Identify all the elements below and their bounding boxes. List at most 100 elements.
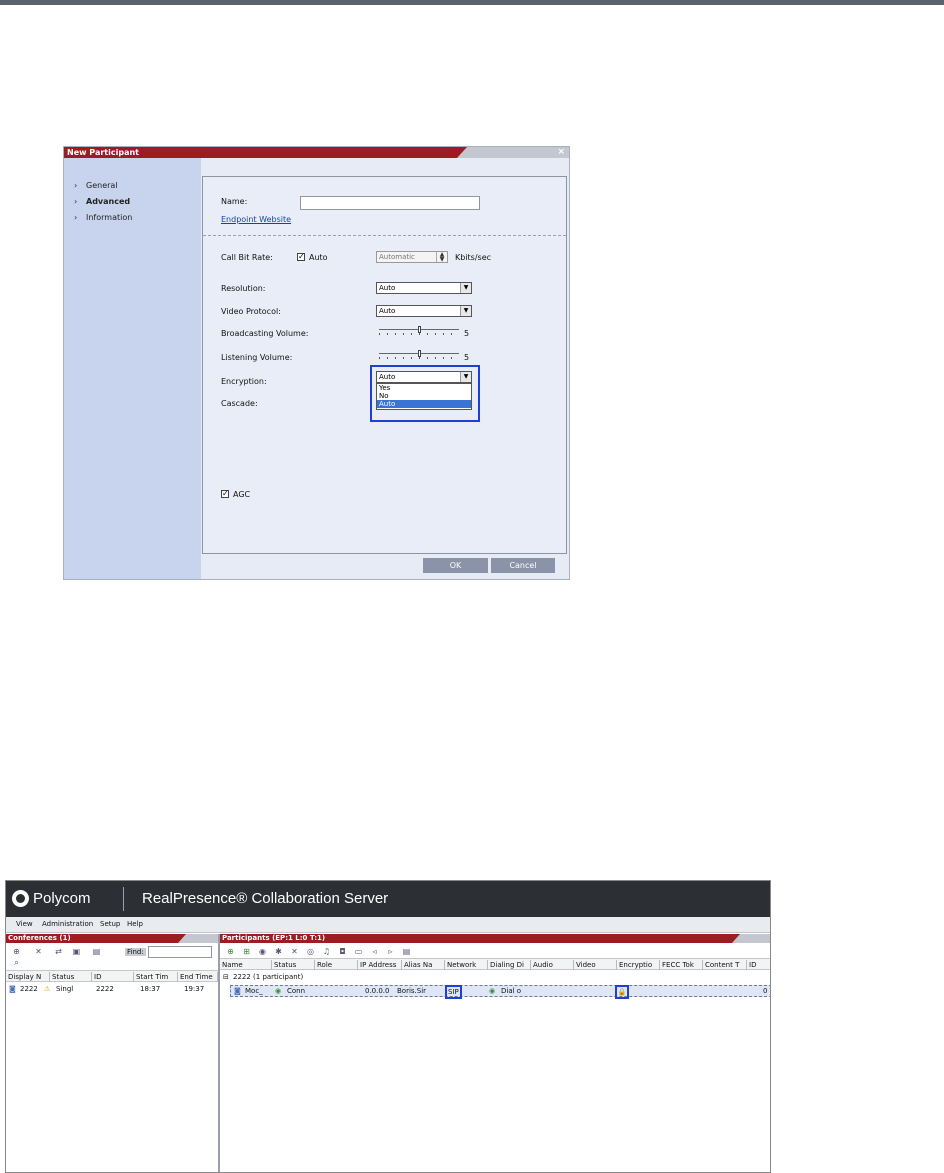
- add-from-addressbook-icon[interactable]: ⊞: [242, 947, 251, 956]
- group-row[interactable]: ⊟ 2222 (1 participant): [220, 972, 770, 983]
- dialog-title: New Participant: [67, 148, 139, 157]
- menu-view[interactable]: View: [16, 920, 33, 928]
- conference-status: Singl: [56, 985, 74, 993]
- nav-item-information[interactable]: › Information: [74, 213, 132, 222]
- new-conference-icon[interactable]: ⊕: [12, 947, 21, 956]
- conferences-title: Conferences (1): [8, 934, 71, 942]
- encryption-option-auto[interactable]: Auto: [377, 400, 471, 408]
- col-status[interactable]: Status: [272, 960, 315, 970]
- cancel-button[interactable]: Cancel: [491, 558, 555, 573]
- resolution-select[interactable]: Auto ▼: [376, 282, 472, 294]
- conference-name: 2222: [20, 985, 38, 993]
- table-row[interactable]: ◙ 2222 ⚠ Singl 2222 18:37 19:37: [6, 984, 218, 996]
- microphone-icon[interactable]: ♫: [322, 947, 331, 956]
- camera-icon[interactable]: ◘: [338, 947, 347, 956]
- conference-icon: ◙: [9, 985, 16, 993]
- menu-setup[interactable]: Setup: [100, 920, 120, 928]
- encryption-value: Auto: [379, 373, 396, 381]
- broadcasting-volume-slider[interactable]: [379, 326, 459, 336]
- table-row[interactable]: ◙ Moc_ ◉ Conn 0.0.0.0 Boris.Sir SIP ◉ Di…: [230, 985, 770, 999]
- listening-volume-slider[interactable]: [379, 350, 459, 360]
- spinner-arrows-icon[interactable]: ▲ ▼: [436, 252, 447, 263]
- mute-audio-icon[interactable]: ◎: [306, 947, 315, 956]
- connected-icon: ◉: [275, 987, 282, 995]
- col-display-name[interactable]: Display N: [6, 972, 50, 982]
- search-icon[interactable]: ⌕: [14, 958, 19, 968]
- slider-thumb[interactable]: [417, 326, 421, 333]
- conference-start: 18:37: [140, 985, 161, 993]
- move-icon[interactable]: ⇄: [54, 947, 63, 956]
- broadcasting-volume-label: Broadcasting Volume:: [221, 329, 309, 338]
- video-icon[interactable]: ▭: [354, 947, 363, 956]
- col-alias-name[interactable]: Alias Na: [402, 960, 445, 970]
- delete-conference-icon[interactable]: ✕: [34, 947, 43, 956]
- title-bar-tab: [457, 147, 569, 158]
- col-status[interactable]: Status: [50, 972, 92, 982]
- dialog-nav: › General › Advanced › Information: [64, 158, 201, 579]
- close-icon[interactable]: ×: [557, 147, 565, 157]
- video-protocol-select[interactable]: Auto ▼: [376, 305, 472, 317]
- chevron-right-icon: ›: [74, 213, 78, 222]
- dial-out-icon: ◉: [489, 987, 496, 995]
- video-protocol-value: Auto: [379, 307, 396, 315]
- col-start-time[interactable]: Start Tim: [134, 972, 178, 982]
- connect-icon[interactable]: ◉: [258, 947, 267, 956]
- participants-column-header: Name Status Role IP Address Alias Na Net…: [220, 958, 770, 970]
- encryption-option-yes[interactable]: Yes: [377, 384, 471, 392]
- col-id[interactable]: ID: [747, 960, 770, 970]
- disconnect-icon[interactable]: ✱: [274, 947, 283, 956]
- col-encryption[interactable]: Encryptio: [617, 960, 660, 970]
- bitrate-spinner[interactable]: Automatic ▲ ▼: [376, 251, 448, 263]
- col-audio[interactable]: Audio: [531, 960, 574, 970]
- add-participant-icon[interactable]: ⊕: [226, 947, 235, 956]
- col-end-time[interactable]: End Time: [178, 972, 218, 982]
- chevron-down-icon[interactable]: ▼: [460, 283, 471, 293]
- col-role[interactable]: Role: [315, 960, 358, 970]
- resolution-label: Resolution:: [221, 284, 266, 293]
- collapse-icon[interactable]: ⊟: [223, 972, 229, 982]
- properties-icon[interactable]: ▤: [402, 947, 411, 956]
- col-id[interactable]: ID: [92, 972, 134, 982]
- volume-up-icon[interactable]: ▹: [386, 947, 395, 956]
- encryption-select[interactable]: Auto ▼: [376, 371, 472, 383]
- lock-icon: 🔒: [615, 985, 629, 999]
- conferences-toolbar: ⊕ ✕ ⇄ ▣ ▤ Find:: [8, 945, 218, 958]
- chevron-down-icon[interactable]: ▼: [460, 372, 471, 382]
- encryption-option-no[interactable]: No: [377, 392, 471, 400]
- bitrate-unit: Kbits/sec: [455, 253, 492, 262]
- group-label: 2222 (1 participant): [233, 973, 304, 981]
- col-ip-address[interactable]: IP Address: [358, 960, 402, 970]
- delete-participant-icon[interactable]: ✕: [290, 947, 299, 956]
- participant-alias: Boris.Sir: [397, 987, 427, 995]
- warning-icon: ⚠: [44, 985, 51, 993]
- nav-item-general[interactable]: › General: [74, 181, 118, 190]
- chevron-down-icon[interactable]: ▼: [460, 306, 471, 316]
- endpoint-website-link[interactable]: Endpoint Website: [221, 215, 291, 224]
- col-content-token[interactable]: Content T: [703, 960, 747, 970]
- col-fecc-token[interactable]: FECC Tok: [660, 960, 703, 970]
- name-field[interactable]: [300, 196, 480, 210]
- find-input[interactable]: [148, 946, 212, 958]
- participants-pane: Participants (EP:1 L:0 T:1) ⊕ ⊞ ◉ ✱ ✕ ◎ …: [220, 934, 770, 1172]
- menu-help[interactable]: Help: [127, 920, 143, 928]
- menu-bar: View Administration Setup Help: [6, 917, 770, 933]
- participant-id: 0: [763, 987, 768, 995]
- agc-checkbox[interactable]: ✓: [221, 490, 229, 498]
- col-dialing-direction[interactable]: Dialing Di: [488, 960, 531, 970]
- auto-label: Auto: [309, 253, 328, 262]
- auto-checkbox[interactable]: ✓: [297, 253, 305, 261]
- volume-down-icon[interactable]: ◃: [370, 947, 379, 956]
- menu-administration[interactable]: Administration: [42, 920, 93, 928]
- slider-thumb[interactable]: [417, 350, 421, 357]
- col-name[interactable]: Name: [220, 960, 272, 970]
- layout-icon[interactable]: ▣: [72, 947, 81, 956]
- title-bar-tab: [178, 934, 218, 943]
- listening-volume-label: Listening Volume:: [221, 353, 293, 362]
- col-network[interactable]: Network: [445, 960, 488, 970]
- nav-item-advanced[interactable]: › Advanced: [74, 197, 130, 206]
- conferences-pane: Conferences (1) ⊕ ✕ ⇄ ▣ ▤ Find: ⌕ Displa…: [6, 934, 220, 1172]
- col-video[interactable]: Video: [574, 960, 617, 970]
- settings-icon[interactable]: ▤: [92, 947, 101, 956]
- participants-title: Participants (EP:1 L:0 T:1): [222, 934, 326, 942]
- ok-button[interactable]: OK: [423, 558, 488, 573]
